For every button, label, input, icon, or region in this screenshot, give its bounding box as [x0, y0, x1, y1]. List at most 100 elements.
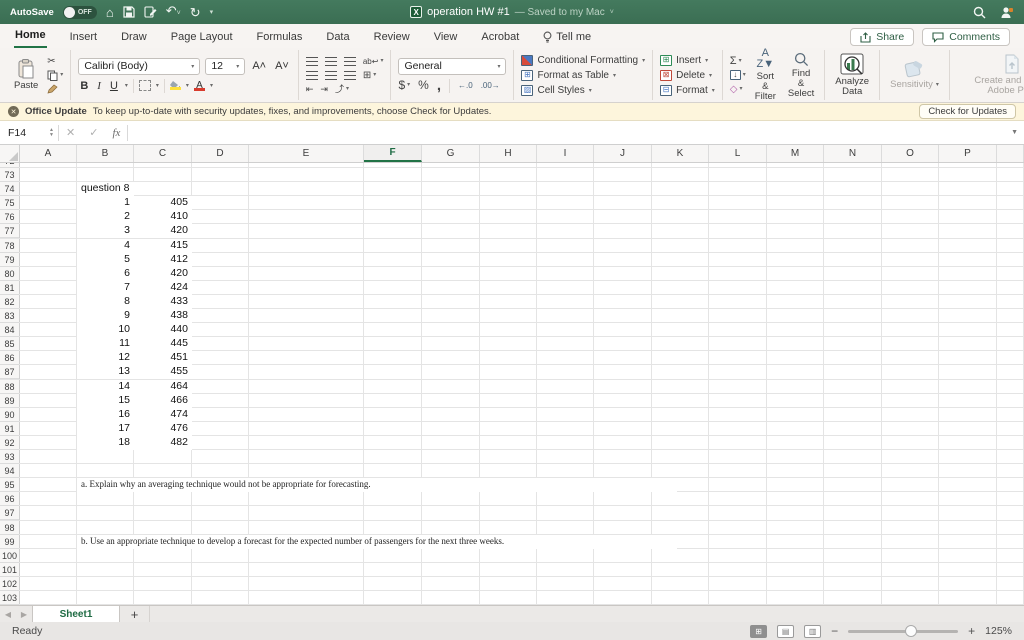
decrease-decimal-icon[interactable]: .00→	[481, 80, 500, 91]
search-icon[interactable]	[973, 6, 986, 19]
cell-C91[interactable]: 476	[134, 422, 192, 436]
align-right-icon[interactable]	[344, 71, 356, 80]
cell-B88[interactable]: 14	[77, 380, 134, 394]
cell-B76[interactable]: 2	[77, 210, 134, 224]
copy-button[interactable]: ▾	[47, 70, 63, 81]
row-header-82[interactable]: 82	[0, 295, 19, 309]
tab-home[interactable]: Home	[14, 25, 47, 48]
column-header-A[interactable]: A	[20, 145, 77, 162]
paste-button[interactable]: Paste	[11, 58, 41, 92]
document-title[interactable]: operation HW #1	[427, 6, 510, 18]
cell-B87[interactable]: 13	[77, 365, 134, 379]
cell-C85[interactable]: 445	[134, 337, 192, 351]
cell-C75[interactable]: 405	[134, 196, 192, 210]
name-box[interactable]: F14 ▲▼	[0, 121, 58, 144]
row-header-79[interactable]: 79	[0, 253, 19, 267]
cell-C88[interactable]: 464	[134, 380, 192, 394]
cell-B84[interactable]: 10	[77, 323, 134, 337]
row-header-101[interactable]: 101	[0, 563, 19, 577]
column-header-O[interactable]: O	[882, 145, 939, 162]
saved-status[interactable]: — Saved to my Mac	[515, 7, 605, 18]
cell-B77[interactable]: 3	[77, 224, 134, 238]
cell-B86[interactable]: 12	[77, 351, 134, 365]
cell-C84[interactable]: 440	[134, 323, 192, 337]
cancel-entry-icon[interactable]: ✕	[59, 126, 82, 139]
sensitivity-button[interactable]: Sensitivity▾	[887, 59, 942, 91]
fill-color-chevron-icon[interactable]: ▾	[186, 82, 189, 89]
zoom-out-icon[interactable]: −	[831, 624, 838, 638]
column-header-H[interactable]: H	[480, 145, 537, 162]
underline-button[interactable]: U	[108, 80, 120, 92]
delete-cells-button[interactable]: ⊠ Delete▾	[660, 70, 715, 81]
conditional-formatting-button[interactable]: Conditional Formatting▾	[521, 55, 645, 66]
cell-C92[interactable]: 482	[134, 436, 192, 450]
row-header-87[interactable]: 87	[0, 365, 19, 379]
cell-C79[interactable]: 412	[134, 253, 192, 267]
bold-button[interactable]: B	[78, 80, 90, 92]
row-header-92[interactable]: 92	[0, 436, 19, 450]
row-header-88[interactable]: 88	[0, 380, 19, 394]
saved-chevron-icon[interactable]: ˅	[610, 9, 614, 16]
currency-format-icon[interactable]: $▾	[398, 80, 410, 91]
row-header-89[interactable]: 89	[0, 394, 19, 408]
cell-B74[interactable]: question 8	[77, 182, 134, 196]
check-for-updates-button[interactable]: Check for Updates	[919, 104, 1016, 119]
share-button[interactable]: Share	[850, 28, 914, 46]
autosum-button[interactable]: Σ▾	[730, 56, 746, 67]
align-bottom-icon[interactable]	[344, 57, 356, 66]
format-as-table-button[interactable]: ⊞ Format as Table▾	[521, 70, 645, 81]
sheet-tab-sheet1[interactable]: Sheet1	[32, 606, 120, 622]
fill-button[interactable]: ↓▾	[730, 70, 746, 81]
find-select-button[interactable]: Find & Select	[785, 51, 817, 100]
row-header-102[interactable]: 102	[0, 577, 19, 591]
cell-C78[interactable]: 415	[134, 239, 192, 253]
insert-cells-button[interactable]: ⊞ Insert▾	[660, 55, 715, 66]
cell-B95[interactable]: a. Explain why an averaging technique wo…	[77, 478, 677, 492]
row-header-78[interactable]: 78	[0, 239, 19, 253]
cut-button[interactable]: ✂	[47, 56, 63, 67]
increase-decimal-icon[interactable]: ←.0	[458, 80, 473, 91]
column-header-E[interactable]: E	[249, 145, 364, 162]
clear-button[interactable]: ◇▾	[730, 84, 746, 95]
cell-B78[interactable]: 4	[77, 239, 134, 253]
cell-C86[interactable]: 451	[134, 351, 192, 365]
row-header-84[interactable]: 84	[0, 323, 19, 337]
tab-page-layout[interactable]: Page Layout	[170, 27, 234, 48]
redo-icon[interactable]: ↻	[190, 6, 201, 19]
cell-C81[interactable]: 424	[134, 281, 192, 295]
expand-formula-bar-icon[interactable]: ▼	[1005, 129, 1024, 136]
row-header-103[interactable]: 103	[0, 591, 19, 605]
save-icon[interactable]	[123, 6, 135, 18]
page-layout-view-icon[interactable]: ▤	[777, 625, 794, 638]
formula-input[interactable]	[128, 121, 1005, 144]
increase-font-icon[interactable]: A˄	[250, 60, 268, 72]
row-header-94[interactable]: 94	[0, 464, 19, 478]
select-all-corner[interactable]	[0, 145, 20, 162]
cell-B99[interactable]: b. Use an appropriate technique to devel…	[77, 535, 677, 549]
align-top-icon[interactable]	[306, 57, 318, 66]
insert-function-icon[interactable]: fx	[105, 127, 127, 139]
cell-C76[interactable]: 410	[134, 210, 192, 224]
sheet-nav-right-icon[interactable]: ▶	[16, 606, 32, 622]
row-header-86[interactable]: 86	[0, 351, 19, 365]
toolbar-overflow-icon[interactable]: ▾	[210, 8, 214, 16]
decrease-font-icon[interactable]: A˅	[273, 60, 291, 72]
undo-icon[interactable]: ↶˅	[166, 4, 181, 20]
column-header-M[interactable]: M	[767, 145, 824, 162]
cell-B91[interactable]: 17	[77, 422, 134, 436]
edit-document-icon[interactable]	[144, 6, 157, 18]
row-header-85[interactable]: 85	[0, 337, 19, 351]
tab-data[interactable]: Data	[325, 27, 350, 48]
font-color-icon[interactable]: A	[194, 81, 205, 91]
fill-color-icon[interactable]	[170, 81, 181, 90]
row-header-96[interactable]: 96	[0, 492, 19, 506]
align-center-icon[interactable]	[325, 71, 337, 80]
tab-insert[interactable]: Insert	[69, 27, 99, 48]
cell-C80[interactable]: 420	[134, 267, 192, 281]
font-size-select[interactable]: 12▾	[205, 58, 245, 75]
row-header-97[interactable]: 97	[0, 506, 19, 520]
row-header-80[interactable]: 80	[0, 267, 19, 281]
row-header-91[interactable]: 91	[0, 422, 19, 436]
borders-chevron-icon[interactable]: ▾	[156, 82, 159, 89]
format-painter-button[interactable]	[47, 84, 63, 94]
